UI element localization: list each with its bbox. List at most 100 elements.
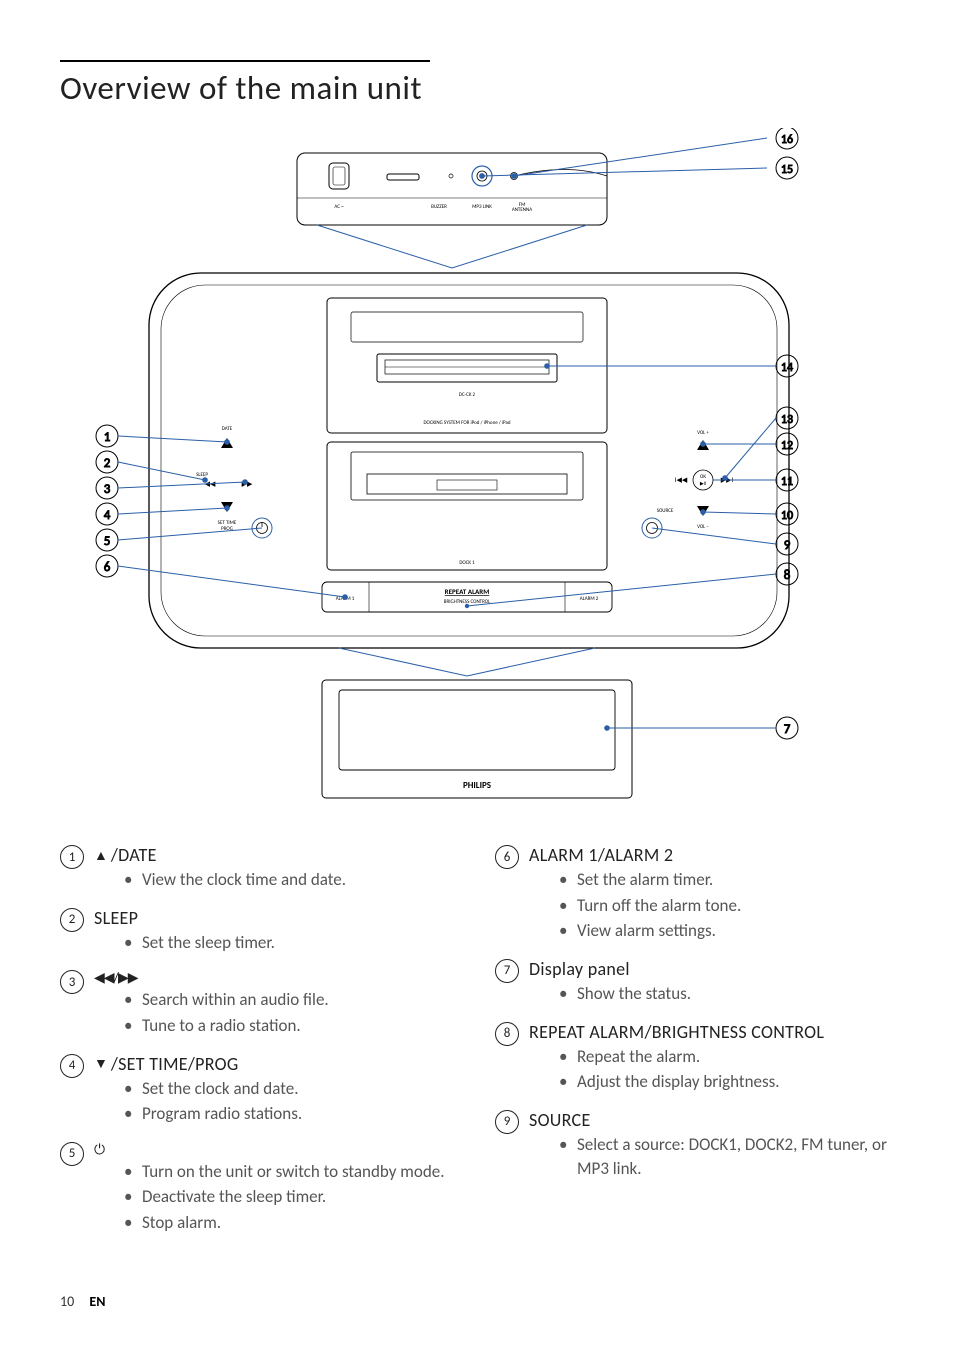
- svg-text:2: 2: [104, 456, 111, 471]
- unit-diagram: AC ~ BUZZER MP3 LINK FM ANTENNA: [67, 128, 887, 808]
- callout-bullets: Turn on the unit or switch to standby mo…: [94, 1160, 459, 1236]
- bullet: Adjust the display brightness.: [559, 1070, 894, 1095]
- symbol-icon: ▼: [94, 1055, 107, 1072]
- svg-text:OK: OK: [700, 474, 706, 480]
- bullet: Set the alarm timer.: [559, 868, 894, 893]
- callout-number: 7: [495, 959, 519, 983]
- callout-item: 5 ⏻ Turn on the unit or switch to standby …: [60, 1141, 459, 1244]
- callout-number: 8: [495, 1022, 519, 1046]
- callout-title: ▼/SET TIME/PROG: [94, 1053, 459, 1075]
- symbol-icon: ▲: [94, 847, 107, 864]
- bullet: View the clock time and date.: [124, 868, 459, 893]
- front-view: PHILIPS: [322, 680, 632, 798]
- callout-number: 3: [60, 970, 84, 994]
- callout-item: 4 ▼/SET TIME/PROGSet the clock and date.P…: [60, 1053, 459, 1135]
- svg-text:3: 3: [104, 482, 111, 497]
- callout-number: 4: [60, 1054, 84, 1078]
- page-title: Overview of the main unit: [60, 68, 894, 108]
- lang-code: EN: [89, 1293, 105, 1310]
- svg-text:15: 15: [781, 163, 793, 177]
- bullet: Stop alarm.: [124, 1211, 459, 1236]
- svg-text:I◀◀: I◀◀: [675, 475, 688, 484]
- svg-text:11: 11: [781, 475, 793, 489]
- svg-text:ANTENNA: ANTENNA: [512, 207, 532, 213]
- callout-bullets: Show the status.: [529, 982, 894, 1007]
- callout-number: 5: [60, 1142, 84, 1166]
- callout-item: 6ALARM 1/ALARM 2Set the alarm timer.Turn…: [495, 844, 894, 952]
- svg-text:▶II: ▶II: [700, 481, 706, 487]
- callout-item: 8 REPEAT ALARM/BRIGHTNESS CONTROLRepeat t…: [495, 1021, 894, 1103]
- svg-text:DATE: DATE: [222, 426, 233, 432]
- callout-item: 7 Display panelShow the status.: [495, 958, 894, 1015]
- svg-text:1: 1: [104, 430, 111, 445]
- bullet: Deactivate the sleep timer.: [124, 1185, 459, 1210]
- svg-text:PHILIPS: PHILIPS: [463, 780, 491, 791]
- callout-bullets: Search within an audio file.Tune to a ra…: [94, 988, 459, 1038]
- bullet: Search within an audio file.: [124, 988, 459, 1013]
- right-column: 6ALARM 1/ALARM 2Set the alarm timer.Turn…: [495, 838, 894, 1248]
- svg-text:7: 7: [784, 722, 791, 737]
- bullet: Turn on the unit or switch to standby mo…: [124, 1160, 459, 1185]
- callouts-left: 1 2 3 4 5 6: [96, 425, 118, 577]
- bullet: Program radio stations.: [124, 1102, 459, 1127]
- callout-item: 3 ◀◀/▶▶ Search within an audio file.Tune t…: [60, 969, 459, 1046]
- callout-item: 9 SOURCESelect a source: DOCK1, DOCK2, FM…: [495, 1109, 894, 1190]
- svg-text:10: 10: [781, 509, 793, 523]
- callout-number: 9: [495, 1110, 519, 1134]
- svg-text:REPEAT ALARM: REPEAT ALARM: [445, 587, 490, 596]
- callout-number: 6: [495, 845, 519, 869]
- svg-text:8: 8: [784, 568, 791, 583]
- svg-text:6: 6: [104, 560, 111, 575]
- bullet: Repeat the alarm.: [559, 1045, 894, 1070]
- left-column: 1 ▲/DATEView the clock time and date. 2SLE…: [60, 838, 459, 1248]
- title-rule: [60, 60, 430, 62]
- svg-text:16: 16: [781, 133, 793, 147]
- bullet: Tune to a radio station.: [124, 1014, 459, 1039]
- bullet: Show the status.: [559, 982, 894, 1007]
- svg-text:VOL –: VOL –: [697, 524, 709, 530]
- svg-text:SOURCE: SOURCE: [657, 508, 674, 514]
- svg-text:BUZZER: BUZZER: [431, 204, 447, 210]
- callout-bullets: Set the clock and date.Program radio sta…: [94, 1077, 459, 1127]
- svg-text:SLEEP: SLEEP: [196, 472, 208, 478]
- callout-title: Display panel: [529, 958, 894, 980]
- svg-text:12: 12: [781, 439, 793, 453]
- top-view: DC-CK 2 DOCKING SYSTEM FOR iPod / iPhone…: [149, 273, 789, 648]
- svg-text:4: 4: [104, 508, 111, 523]
- bullet: Set the clock and date.: [124, 1077, 459, 1102]
- svg-text:DOCKING SYSTEM FOR iPod / iPho: DOCKING SYSTEM FOR iPod / iPhone / iPad: [423, 420, 510, 426]
- svg-text:AC ~: AC ~: [334, 204, 344, 210]
- callout-title: SLEEP: [94, 907, 459, 929]
- callout-title: SOURCE: [529, 1109, 894, 1131]
- bullet: Turn off the alarm tone.: [559, 894, 894, 919]
- callout-bullets: Repeat the alarm.Adjust the display brig…: [529, 1045, 894, 1095]
- callout-item: 2SLEEPSet the sleep timer.: [60, 907, 459, 964]
- callout-bullets: Set the alarm timer.Turn off the alarm t…: [529, 868, 894, 944]
- callout-number: 1: [60, 845, 84, 869]
- svg-text:DOCK 1: DOCK 1: [459, 560, 475, 566]
- svg-text:VOL +: VOL +: [697, 430, 709, 436]
- callout-title: REPEAT ALARM/BRIGHTNESS CONTROL: [529, 1021, 894, 1043]
- symbol-icon: ◀◀/▶▶: [94, 969, 137, 986]
- bullet: Select a source: DOCK1, DOCK2, FM tuner,…: [559, 1133, 894, 1182]
- callout-bullets: Set the sleep timer.: [94, 931, 459, 956]
- callout-title: ◀◀/▶▶: [94, 969, 459, 986]
- svg-text:MP3 LINK: MP3 LINK: [472, 204, 492, 210]
- callout-bullets: Select a source: DOCK1, DOCK2, FM tuner,…: [529, 1133, 894, 1182]
- bullet: View alarm settings.: [559, 919, 894, 944]
- callout-bullets: View the clock time and date.: [94, 868, 459, 893]
- page-footer: 10 EN: [60, 1293, 105, 1310]
- svg-text:9: 9: [784, 538, 791, 553]
- bottom-bar: ALARM 1 ALARM 2 REPEAT ALARM BRIGHTNESS …: [322, 582, 612, 612]
- svg-text:13: 13: [781, 413, 793, 427]
- svg-text:DC-CK 2: DC-CK 2: [459, 392, 476, 398]
- svg-text:ALARM 2: ALARM 2: [580, 596, 599, 602]
- rear-panel: AC ~ BUZZER MP3 LINK FM ANTENNA: [297, 153, 607, 225]
- callout-title: ⏻: [94, 1141, 459, 1158]
- page-number: 10: [60, 1293, 74, 1310]
- svg-text:5: 5: [104, 534, 111, 549]
- svg-text:14: 14: [781, 361, 793, 375]
- callout-title: ▲/DATE: [94, 844, 459, 866]
- callout-item: 1 ▲/DATEView the clock time and date.: [60, 844, 459, 901]
- bullet: Set the sleep timer.: [124, 931, 459, 956]
